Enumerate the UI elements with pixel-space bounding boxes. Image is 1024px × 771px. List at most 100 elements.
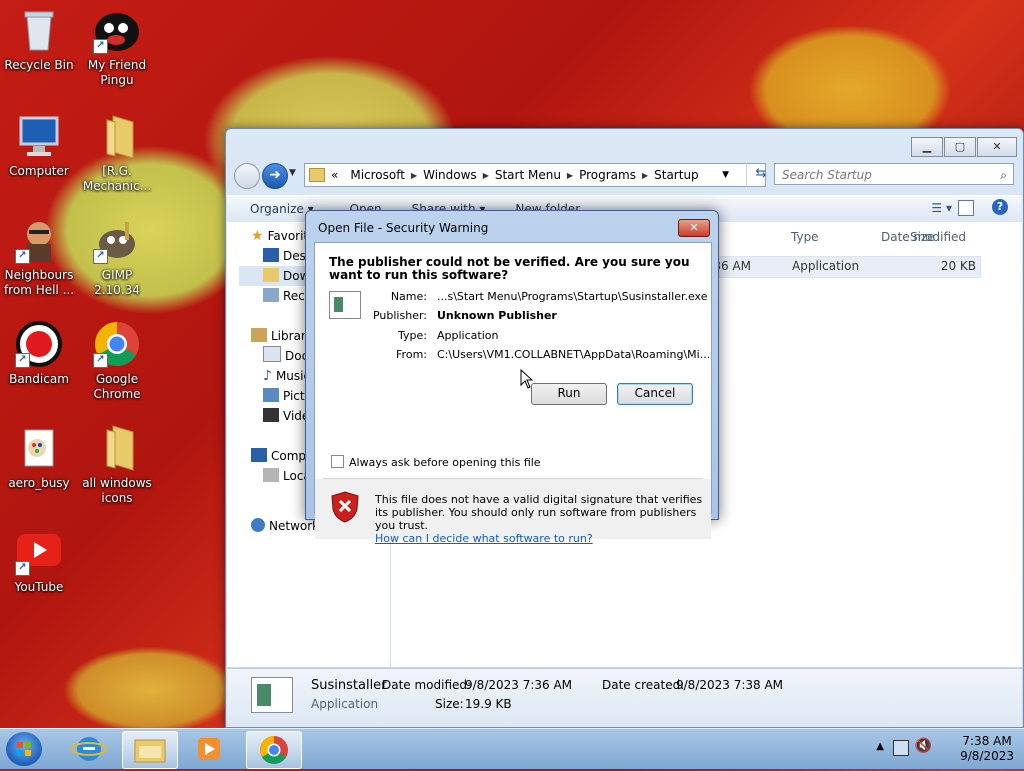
warning-text: This file does not have a valid digital … bbox=[375, 493, 705, 545]
desktop-icon-gimp[interactable]: ↗ GIMP 2.10.34 bbox=[78, 216, 156, 298]
shortcut-arrow-icon: ↗ bbox=[93, 249, 108, 264]
shortcut-arrow-icon: ↗ bbox=[15, 353, 30, 368]
checkbox-box[interactable] bbox=[331, 455, 344, 468]
run-button[interactable]: Run bbox=[531, 383, 607, 405]
address-bar[interactable]: « Microsoft ▶ Windows ▶ Start Menu ▶ Pro… bbox=[304, 163, 766, 187]
desktop-icon-my-friend-pingu[interactable]: ↗ My Friend Pingu bbox=[78, 6, 156, 88]
search-icon[interactable]: ⌕ bbox=[1000, 164, 1007, 186]
help-icon[interactable]: ? bbox=[992, 199, 1008, 215]
breadcrumb-separator-icon[interactable]: ▶ bbox=[411, 171, 417, 180]
taskbar-media-player[interactable] bbox=[182, 731, 236, 767]
security-warning-dialog[interactable]: Open File - Security Warning ✕ The publi… bbox=[305, 210, 719, 545]
dialog-close-button[interactable]: ✕ bbox=[678, 219, 710, 237]
dialog-question: The publisher could not be verified. Are… bbox=[329, 255, 690, 282]
desktop-icon-label: [R.G. Mechanic... bbox=[82, 164, 152, 193]
search-input[interactable]: Search Startup ⌕ bbox=[774, 163, 1014, 185]
application-file-icon bbox=[251, 677, 293, 713]
desktop-icon-all-windows-icons[interactable]: all windows icons bbox=[78, 424, 156, 506]
close-button[interactable]: ✕ bbox=[977, 137, 1017, 157]
folder-icon bbox=[93, 424, 141, 472]
type-label: Type: bbox=[398, 329, 427, 342]
refresh-icon[interactable]: ⇆ bbox=[746, 163, 775, 185]
publisher-label: Publisher: bbox=[372, 309, 427, 322]
desktop-icon-label: YouTube bbox=[14, 580, 64, 594]
mouse-cursor-icon bbox=[520, 369, 534, 389]
cancel-button[interactable]: Cancel bbox=[617, 383, 693, 405]
preview-pane-icon[interactable] bbox=[958, 200, 974, 216]
desktop-icon-recycle-bin[interactable]: Recycle Bin bbox=[0, 6, 78, 73]
desktop-icon-bandicam[interactable]: ↗ Bandicam bbox=[0, 320, 78, 387]
desktop-icon-neighbours-from-hell[interactable]: ↗ Neighbours from Hell ... bbox=[0, 216, 78, 298]
folder-icon bbox=[93, 112, 141, 160]
address-dropdown-icon[interactable]: ▼ bbox=[722, 170, 729, 180]
nav-label: Network bbox=[269, 519, 320, 533]
breadcrumb-overflow[interactable]: « bbox=[331, 168, 338, 182]
minimize-button[interactable]: ▁ bbox=[911, 137, 943, 157]
breadcrumb-separator-icon[interactable]: ▶ bbox=[483, 171, 489, 180]
desktop-icon-computer[interactable]: Computer bbox=[0, 112, 78, 179]
warning-message: This file does not have a valid digital … bbox=[375, 493, 703, 532]
table-row[interactable]: 9/8/2023 7:36 AM Application 20 KB bbox=[644, 256, 981, 278]
breadcrumb-separator-icon[interactable]: ▶ bbox=[642, 171, 648, 180]
details-pane: Susinstaller Application Date modified: … bbox=[227, 668, 1022, 727]
desktop-icon-label: My Friend Pingu bbox=[87, 58, 147, 87]
forward-button[interactable]: ➜ bbox=[262, 163, 288, 189]
organize-menu[interactable]: Organize ▾ bbox=[250, 202, 314, 216]
desktop-icon-label: all windows icons bbox=[82, 476, 152, 505]
breadcrumb-programs[interactable]: Programs bbox=[579, 168, 636, 182]
chrome-icon bbox=[260, 736, 288, 764]
drive-icon bbox=[263, 468, 279, 482]
breadcrumb-start-menu[interactable]: Start Menu bbox=[495, 168, 561, 182]
back-button[interactable] bbox=[234, 163, 260, 189]
breadcrumb-startup[interactable]: Startup bbox=[654, 168, 699, 182]
recent-places-icon bbox=[263, 288, 279, 302]
from-value: C:\Users\VM1.COLLABNET\AppData\Roaming\M… bbox=[437, 348, 711, 361]
desktop-icon-label: Google Chrome bbox=[93, 372, 141, 401]
breadcrumb-windows[interactable]: Windows bbox=[423, 168, 477, 182]
dialog-body: The publisher could not be verified. Are… bbox=[314, 242, 712, 545]
desktop-icon-youtube[interactable]: ↗ YouTube bbox=[0, 528, 78, 595]
show-hidden-icons-icon[interactable]: ▲ bbox=[876, 741, 884, 752]
breadcrumb-separator-icon[interactable]: ▶ bbox=[567, 171, 573, 180]
desktop-icon-aero-busy[interactable]: aero_busy bbox=[0, 424, 78, 491]
details-date-modified-label: Date modified: bbox=[382, 678, 472, 692]
recent-pages-dropdown-icon[interactable]: ▼ bbox=[289, 168, 296, 178]
desktop-icon-google-chrome[interactable]: ↗ Google Chrome bbox=[78, 320, 156, 402]
shortcut-arrow-icon: ↗ bbox=[93, 39, 108, 54]
clock[interactable]: 7:38 AM 9/8/2023 bbox=[960, 734, 1014, 764]
clock-time: 7:38 AM bbox=[962, 734, 1012, 748]
music-icon: ♪ bbox=[263, 368, 272, 384]
taskbar-google-chrome[interactable] bbox=[246, 731, 302, 769]
help-link[interactable]: How can I decide what software to run? bbox=[375, 532, 593, 545]
folder-icon bbox=[134, 739, 166, 763]
details-date-created: 9/8/2023 7:38 AM bbox=[676, 678, 784, 692]
details-file-name: Susinstaller bbox=[311, 678, 387, 693]
taskbar-internet-explorer[interactable] bbox=[62, 731, 116, 767]
taskbar-windows-explorer[interactable] bbox=[122, 731, 178, 769]
bandicam-icon: ↗ bbox=[15, 320, 63, 368]
column-header-type[interactable]: Type bbox=[791, 230, 819, 244]
volume-muted-icon[interactable]: 🔇 bbox=[915, 738, 932, 754]
column-header-size[interactable]: Size bbox=[910, 230, 935, 244]
shortcut-arrow-icon: ↗ bbox=[15, 249, 30, 264]
change-view-icon[interactable]: ☰ ▾ bbox=[931, 201, 952, 215]
desktop-icon-label: GIMP 2.10.34 bbox=[94, 268, 140, 297]
taskbar: ▲ 🔇 7:38 AM 9/8/2023 bbox=[0, 728, 1024, 769]
paint-palette-icon bbox=[15, 424, 63, 472]
name-label: Name: bbox=[390, 290, 427, 303]
details-file-kind: Application bbox=[311, 697, 379, 711]
search-placeholder: Search Startup bbox=[782, 168, 872, 182]
desktop-icon-label: Computer bbox=[9, 164, 69, 178]
from-label: From: bbox=[396, 348, 427, 361]
security-shield-icon bbox=[331, 491, 359, 523]
maximize-button[interactable]: ▢ bbox=[944, 137, 976, 157]
file-size: 20 KB bbox=[940, 259, 976, 273]
network-tray-icon[interactable] bbox=[893, 740, 909, 756]
breadcrumb-microsoft[interactable]: Microsoft bbox=[350, 168, 405, 182]
computer-icon bbox=[251, 448, 267, 462]
desktop-icon-rg-mechanic[interactable]: [R.G. Mechanic... bbox=[78, 112, 156, 194]
always-ask-checkbox[interactable]: Always ask before opening this file bbox=[331, 455, 541, 469]
clock-date: 9/8/2023 bbox=[960, 749, 1014, 763]
nav-music[interactable]: ♪ Music bbox=[263, 366, 310, 386]
start-button[interactable] bbox=[6, 732, 42, 766]
